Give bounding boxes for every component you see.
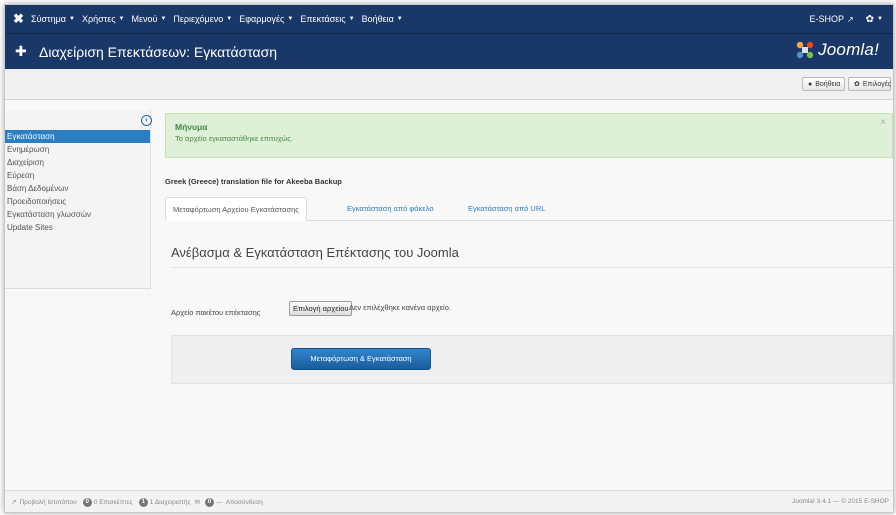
sidebar-item-update-sites[interactable]: Update Sites (5, 221, 150, 234)
caret-down-icon: ▼ (396, 16, 403, 22)
menu-menus[interactable]: Μενού ▼ (132, 14, 167, 24)
top-navbar: ✖ Σύστημα ▼ Χρήστες ▼ Μενού ▼ Περιεχόμενο ▼ … (5, 5, 893, 33)
close-icon[interactable]: × (880, 117, 886, 128)
upload-action-well: Μεταφόρτωση & Εγκατάσταση (171, 335, 893, 384)
site-name: E-SHOP (809, 14, 844, 24)
toolbar: ● Βοήθεια ✿ Επιλογές (5, 69, 893, 100)
tab-install-from-folder[interactable]: Εγκατάσταση από φάκελο (340, 197, 441, 220)
admins-badge: 1 (138, 497, 148, 507)
menu-content[interactable]: Περιεχόμενο ▼ (173, 14, 232, 24)
top-right-controls: E-SHOP ↗ ✿ ▼ (809, 5, 883, 33)
joomla-logo: Joomla! (794, 39, 879, 61)
menu-label: Χρήστες (81, 14, 116, 24)
status-bar: ↗ Προβολή Ιστοτόπου 0 0 Επισκέπτες 1 1 Δ… (5, 490, 893, 512)
success-alert: Μήνυμα Το αρχείο εγκαταστάθηκε επιτυχώς.… (165, 113, 893, 158)
gear-icon: ✿ (865, 13, 875, 25)
caret-down-icon: ▼ (877, 16, 883, 22)
menu-components[interactable]: Εφαρμογές ▼ (239, 14, 293, 24)
menu-label: Εφαρμογές (239, 14, 285, 24)
package-file-label: Αρχείο πακέτου επέκτασης (171, 308, 261, 317)
menu-label: Μενού (131, 14, 158, 24)
choose-file-button[interactable]: Επιλογή αρχείου (289, 301, 353, 316)
upload-install-button[interactable]: Μεταφόρτωση & Εγκατάσταση (291, 348, 431, 370)
admins-label: 1 Διαχειριστής (149, 498, 191, 506)
menu-extensions[interactable]: Επεκτάσεις ▼ (300, 14, 354, 24)
version-text: Joomla! 3.4.1 — © 2015 E-SHOP (792, 498, 889, 505)
external-link-icon: ↗ (11, 499, 17, 506)
joomla-menu-icon[interactable]: ✖ (13, 12, 25, 25)
alert-heading: Μήνυμα (175, 122, 208, 132)
menu-users[interactable]: Χρήστες ▼ (82, 14, 125, 24)
divider (171, 267, 893, 268)
sidebar-item-install-languages[interactable]: Εγκατάσταση γλωσσών (5, 208, 150, 221)
browser-frame: ✖ Σύστημα ▼ Χρήστες ▼ Μενού ▼ Περιεχόμενο ▼ … (4, 4, 894, 513)
menu-system[interactable]: Σύστημα ▼ (31, 14, 75, 24)
menu-help[interactable]: Βοήθεια ▼ (362, 14, 403, 24)
options-label: Επιλογές (862, 80, 892, 88)
caret-down-icon: ▼ (160, 16, 167, 22)
tab-install-from-url[interactable]: Εγκατάσταση από URL (461, 197, 552, 220)
options-button[interactable]: ✿ Επιλογές (848, 77, 891, 91)
sidebar-item-manage[interactable]: Διαχείριση (5, 156, 150, 169)
joomla-logo-icon (794, 39, 816, 61)
menu-label: Βοήθεια (361, 14, 394, 24)
sidebar-item-database[interactable]: Βάση Δεδομένων (5, 182, 150, 195)
tab-upload-package[interactable]: Μεταφόρτωση Αρχείου Εγκατάστασης (165, 197, 307, 221)
page-header: ✚ Διαχείριση Επεκτάσεων: Εγκατάσταση Joo… (5, 33, 893, 69)
envelope-icon: ✉ (194, 499, 201, 506)
install-tabs: Μεταφόρτωση Αρχείου Εγκατάστασης Εγκατάσ… (165, 197, 893, 221)
extension-title: Greek (Greece) translation file for Akee… (165, 177, 342, 186)
puzzle-icon: ✚ (15, 43, 27, 59)
no-file-chosen-text: Δεν επιλέχθηκε κανένα αρχείο. (349, 303, 451, 312)
sidebar: ‹ Εγκατάσταση Ενημέρωση Διαχείριση Εύρεσ… (5, 110, 152, 289)
caret-down-icon: ▼ (226, 16, 233, 22)
caret-down-icon: ▼ (69, 16, 75, 22)
gear-icon: ✿ (854, 81, 860, 88)
user-menu[interactable]: ✿ ▼ (866, 14, 883, 25)
help-button[interactable]: ● Βοήθεια (802, 77, 845, 91)
joomla-logo-text: Joomla! (818, 40, 879, 59)
sidebar-item-warnings[interactable]: Προειδοποιήσεις (5, 195, 150, 208)
caret-down-icon: ▼ (348, 16, 355, 22)
collapse-sidebar-icon[interactable]: ‹ (141, 115, 152, 126)
upload-pane: Ανέβασμα & Εγκατάσταση Επέκτασης του Joo… (165, 221, 893, 391)
pane-title: Ανέβασμα & Εγκατάσταση Επέκτασης του Joo… (171, 245, 459, 260)
menu-label: Περιεχόμενο (173, 14, 224, 24)
menu-label: Σύστημα (31, 14, 66, 24)
minus-icon: — (216, 498, 223, 506)
visitors-label: 0 Επισκέπτες (93, 498, 133, 506)
status-left: ↗ Προβολή Ιστοτόπου 0 0 Επισκέπτες 1 1 Δ… (11, 491, 263, 512)
sidebar-item-update[interactable]: Ενημέρωση (5, 143, 150, 156)
sidebar-item-discover[interactable]: Εύρεση (5, 169, 150, 182)
messages-badge: 0 (205, 497, 215, 507)
caret-down-icon: ▼ (118, 16, 125, 22)
question-icon: ● (808, 80, 813, 88)
external-link-icon: ↗ (846, 14, 854, 24)
view-site-link[interactable]: Προβολή Ιστοτόπου (19, 499, 76, 506)
page-title: Διαχείριση Επεκτάσεων: Εγκατάσταση (39, 44, 278, 60)
alert-message: Το αρχείο εγκαταστάθηκε επιτυχώς. (175, 134, 293, 143)
visitors-badge: 0 (82, 497, 92, 507)
caret-down-icon: ▼ (287, 16, 294, 22)
main-menu: Σύστημα ▼ Χρήστες ▼ Μενού ▼ Περιεχόμενο ▼ Εφ… (31, 5, 410, 33)
sidebar-menu: Εγκατάσταση Ενημέρωση Διαχείριση Εύρεση … (5, 130, 150, 234)
menu-label: Επεκτάσεις (300, 14, 346, 24)
help-label: Βοήθεια (815, 80, 841, 88)
logout-link[interactable]: Αποσύνδεση (226, 499, 263, 506)
sidebar-item-install[interactable]: Εγκατάσταση (5, 130, 150, 143)
site-link[interactable]: E-SHOP ↗ (809, 14, 853, 24)
